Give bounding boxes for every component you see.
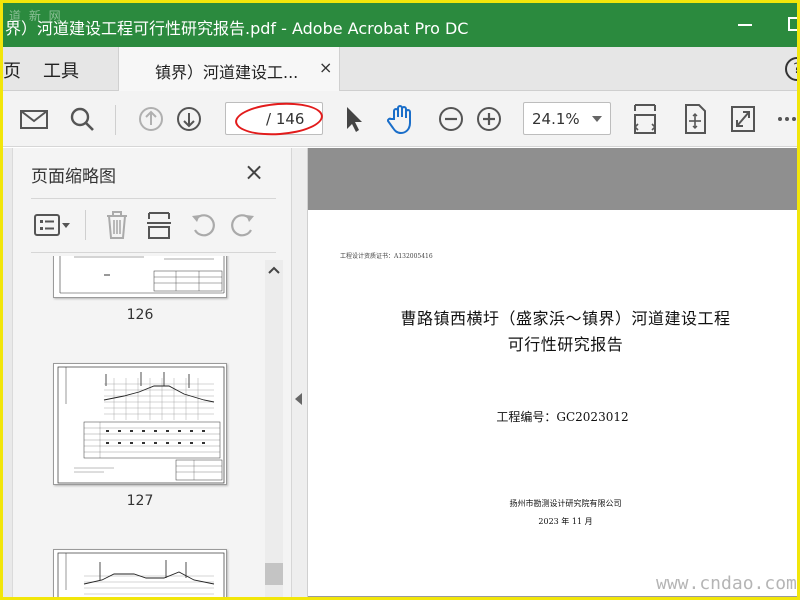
- zoom-out-icon[interactable]: [437, 103, 465, 135]
- options-icon[interactable]: [33, 210, 73, 244]
- panel-collapse-handle[interactable]: [292, 148, 308, 597]
- zoom-select[interactable]: 24.1%: [523, 102, 611, 135]
- prev-page-icon[interactable]: [137, 103, 165, 135]
- page-thumbnail[interactable]: [53, 256, 227, 298]
- thumbnail-scrollbar[interactable]: [265, 260, 283, 597]
- qualification-certificate: 工程设计资质证书：A132005416: [340, 253, 433, 260]
- thumbnail-list: 126 127: [13, 256, 263, 597]
- collapse-arrow-icon: [295, 393, 302, 405]
- tab-document[interactable]: 镇界）河道建设工... ×: [118, 47, 340, 91]
- tab-home[interactable]: 页: [3, 57, 21, 83]
- close-tab-icon[interactable]: ×: [319, 58, 332, 77]
- hand-tool-icon[interactable]: [385, 103, 417, 135]
- site-watermark: www.cndao.com: [656, 573, 797, 594]
- maximize-icon[interactable]: [788, 17, 797, 31]
- fullscreen-icon[interactable]: [729, 103, 757, 135]
- tab-bar: 页 工具 镇界）河道建设工... × ?: [3, 47, 797, 91]
- help-icon[interactable]: ?: [785, 57, 797, 81]
- title-bar: 道 新 网 界）河道建设工程可行性研究报告.pdf - Adobe Acroba…: [3, 3, 797, 47]
- more-icon[interactable]: [777, 103, 797, 135]
- panel-divider: [31, 252, 276, 253]
- fit-width-icon[interactable]: [631, 103, 659, 135]
- document-view[interactable]: 工程设计资质证书：A132005416 曹路镇西横圩（盛家浜～镇界）河道建设工程…: [308, 148, 797, 597]
- page-number-field[interactable]: / 146: [225, 102, 323, 135]
- pdf-page: 工程设计资质证书：A132005416 曹路镇西横圩（盛家浜～镇界）河道建设工程…: [308, 210, 797, 597]
- panel-edge: [3, 148, 13, 597]
- report-title-line2: 可行性研究报告: [507, 335, 624, 354]
- report-date: 2023 年 11 月: [538, 517, 593, 526]
- chevron-down-icon: [592, 116, 602, 122]
- scrollbar-thumb[interactable]: [265, 563, 283, 585]
- mail-icon[interactable]: [19, 103, 49, 135]
- tab-document-label: 镇界）河道建设工...: [155, 63, 299, 82]
- institute-name: 扬州市勘测设计研究院有限公司: [509, 499, 622, 508]
- page-thumbnail[interactable]: [53, 363, 227, 485]
- rotate-ccw-icon[interactable]: [189, 210, 217, 244]
- select-arrow-icon[interactable]: [341, 103, 365, 135]
- zoom-in-icon[interactable]: [475, 103, 503, 135]
- page-thumbnails-panel: 页面缩略图 × 126 127: [3, 148, 292, 597]
- toolbar-separator: [115, 105, 116, 135]
- close-panel-icon[interactable]: ×: [244, 160, 264, 184]
- toolbar: / 146 24.1%: [3, 91, 797, 147]
- panel-divider: [31, 198, 276, 199]
- page-total: / 146: [266, 110, 305, 128]
- report-title-line1: 曹路镇西横圩（盛家浜～镇界）河道建设工程: [400, 309, 731, 328]
- minimize-icon[interactable]: [736, 15, 756, 35]
- app-window: 道 新 网 界）河道建设工程可行性研究报告.pdf - Adobe Acroba…: [0, 0, 800, 600]
- thumbnail-page-number: 126: [126, 307, 154, 323]
- rotate-cw-icon[interactable]: [229, 210, 257, 244]
- delete-icon[interactable]: [103, 210, 131, 244]
- page-bottom-edge: [308, 596, 797, 597]
- panel-separator: [85, 210, 86, 240]
- next-page-icon[interactable]: [175, 103, 203, 135]
- rotate-view-icon[interactable]: [681, 103, 709, 135]
- extract-icon[interactable]: [145, 210, 173, 244]
- scroll-up-icon[interactable]: [267, 264, 281, 278]
- project-number: 工程编号：GC2023012: [496, 410, 629, 424]
- zoom-value: 24.1%: [532, 110, 580, 128]
- thumbnail-page-number: 127: [126, 493, 154, 509]
- tab-tools[interactable]: 工具: [43, 57, 79, 83]
- search-icon[interactable]: [67, 103, 97, 135]
- page-thumbnail[interactable]: [53, 549, 227, 597]
- panel-title: 页面缩略图: [31, 167, 116, 187]
- window-title: 界）河道建设工程可行性研究报告.pdf - Adobe Acrobat Pro …: [5, 19, 469, 38]
